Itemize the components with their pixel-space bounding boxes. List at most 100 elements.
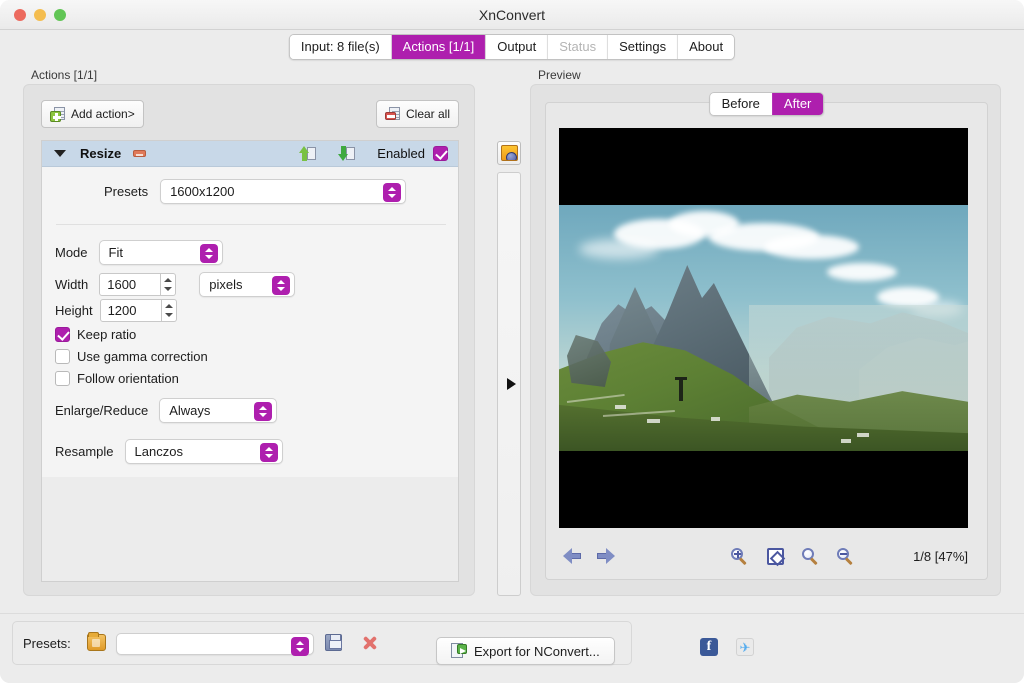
resample-label: Resample (55, 444, 114, 459)
facebook-icon[interactable]: f (700, 638, 718, 656)
before-segment[interactable]: Before (709, 93, 772, 115)
keep-ratio-row: Keep ratio (55, 327, 136, 342)
clear-all-icon (384, 106, 401, 122)
tab-settings[interactable]: Settings (608, 35, 679, 59)
presets-row: Presets 1600x1200 (104, 179, 407, 204)
photo-hut (615, 405, 626, 409)
unit-select[interactable]: pixels (199, 272, 296, 297)
enlarge-reduce-select[interactable]: Always (159, 398, 278, 423)
follow-orientation-checkbox[interactable] (55, 371, 70, 386)
splitter-arrow-icon (507, 378, 516, 390)
presets-value: 1600x1200 (170, 184, 235, 199)
preview-frame: Before After 1/8 [47%] (545, 92, 988, 580)
enabled-label: Enabled (377, 146, 425, 161)
next-image-icon[interactable] (597, 548, 615, 564)
actions-toolbar: Add action> Clear all (41, 100, 459, 130)
enlarge-reduce-label: Enlarge/Reduce (55, 403, 149, 418)
mode-row: Mode Fit (55, 240, 223, 265)
enlarge-reduce-row: Enlarge/Reduce Always (55, 398, 278, 423)
tab-about[interactable]: About (678, 35, 735, 59)
width-input[interactable]: 1600 (99, 273, 162, 296)
photo-cloud (579, 239, 659, 259)
actual-size-icon[interactable] (802, 547, 820, 565)
preview-thumbnail-button[interactable] (497, 141, 521, 165)
disclosure-triangle-icon[interactable] (54, 150, 66, 157)
photo-cloud (764, 235, 859, 259)
resize-action-header[interactable]: Resize Enabled (42, 141, 458, 167)
photo-hut (711, 417, 720, 421)
gamma-correction-label: Use gamma correction (77, 349, 208, 364)
presets-select[interactable]: 1600x1200 (160, 179, 407, 204)
export-icon (451, 643, 467, 659)
zoom-out-icon[interactable] (837, 547, 855, 565)
follow-orientation-row: Follow orientation (55, 371, 179, 386)
preview-group-label: Preview (538, 68, 581, 82)
keep-ratio-checkbox[interactable] (55, 327, 70, 342)
height-row: Height 1200 (55, 299, 177, 322)
clear-all-button[interactable]: Clear all (375, 100, 459, 128)
picture-icon (501, 145, 518, 161)
photo-lift-tower (675, 377, 687, 401)
tab-bar: Input: 8 file(s) Actions [1/1] Output St… (0, 30, 1024, 62)
export-nconvert-button[interactable]: Export for NConvert... (436, 637, 615, 665)
tab-input[interactable]: Input: 8 file(s) (289, 35, 392, 59)
tab-output[interactable]: Output (486, 35, 549, 59)
preview-group-box: Before After 1/8 [47%] (530, 84, 1001, 596)
add-action-button[interactable]: Add action> (41, 100, 144, 128)
action-header-controls: Enabled (299, 145, 458, 162)
height-label: Height (55, 303, 93, 318)
tab-actions[interactable]: Actions [1/1] (391, 35, 487, 59)
add-action-icon (50, 106, 66, 122)
photo-cloud (827, 263, 897, 281)
mode-select[interactable]: Fit (98, 240, 223, 265)
zoom-status-label: 1/8 [47%] (913, 548, 968, 564)
actions-group-label: Actions [1/1] (31, 68, 98, 82)
tab-status: Status (548, 35, 609, 59)
resample-select[interactable]: Lanczos (124, 439, 283, 464)
delete-preset-icon[interactable] (361, 634, 378, 651)
presets-chevron-icon (383, 183, 402, 202)
actions-empty-area (42, 477, 458, 581)
width-row: Width 1600 pixels (55, 272, 296, 297)
bottom-bar: Presets: Export for NConvert... f ✈ Conv… (0, 613, 1024, 683)
resample-value: Lanczos (134, 444, 183, 459)
remove-action-icon[interactable] (133, 150, 147, 157)
after-segment[interactable]: After (771, 93, 824, 115)
panel-splitter[interactable] (497, 172, 521, 596)
preset-select[interactable] (116, 633, 314, 656)
save-preset-icon[interactable] (325, 634, 342, 651)
presets-frame: Presets: Export for NConvert... (12, 621, 632, 665)
mode-label: Mode (55, 245, 88, 260)
height-stepper[interactable] (161, 299, 177, 322)
width-stepper[interactable] (161, 273, 177, 296)
width-label: Width (55, 277, 89, 292)
enlarge-reduce-value: Always (169, 403, 211, 418)
height-input[interactable]: 1200 (99, 299, 162, 322)
move-action-up-icon[interactable] (299, 145, 317, 162)
tab-group: Input: 8 file(s) Actions [1/1] Output St… (288, 34, 736, 60)
open-preset-folder-icon[interactable] (87, 632, 106, 651)
mode-chevron-icon (199, 244, 218, 263)
previous-image-icon[interactable] (563, 548, 581, 564)
photo-hut (647, 419, 660, 423)
preset-chevron-icon (291, 637, 309, 656)
fit-to-window-icon[interactable] (767, 547, 784, 565)
action-list: Resize Enabled Presets 1600x1200 Mode Fi… (41, 140, 459, 582)
keep-ratio-label: Keep ratio (77, 327, 137, 342)
resample-chevron-icon (259, 443, 278, 462)
unit-chevron-icon (272, 276, 291, 295)
zoom-in-icon[interactable] (731, 547, 749, 565)
presets-label: Presets (104, 184, 149, 199)
mode-value: Fit (108, 245, 123, 260)
title-bar: XnConvert (0, 0, 1024, 30)
preview-toolbar: 1/8 [47%] (559, 543, 968, 569)
twitter-icon[interactable]: ✈ (736, 638, 754, 656)
gamma-correction-checkbox[interactable] (55, 349, 70, 364)
follow-orientation-label: Follow orientation (77, 371, 179, 386)
gamma-correction-row: Use gamma correction (55, 349, 208, 364)
resize-action-body: Presets 1600x1200 Mode Fit Width 1600 pi… (42, 167, 458, 581)
preview-image[interactable] (559, 128, 968, 528)
move-action-down-icon[interactable] (338, 145, 356, 162)
add-action-label: Add action> (71, 107, 135, 121)
enabled-checkbox[interactable] (433, 146, 448, 161)
